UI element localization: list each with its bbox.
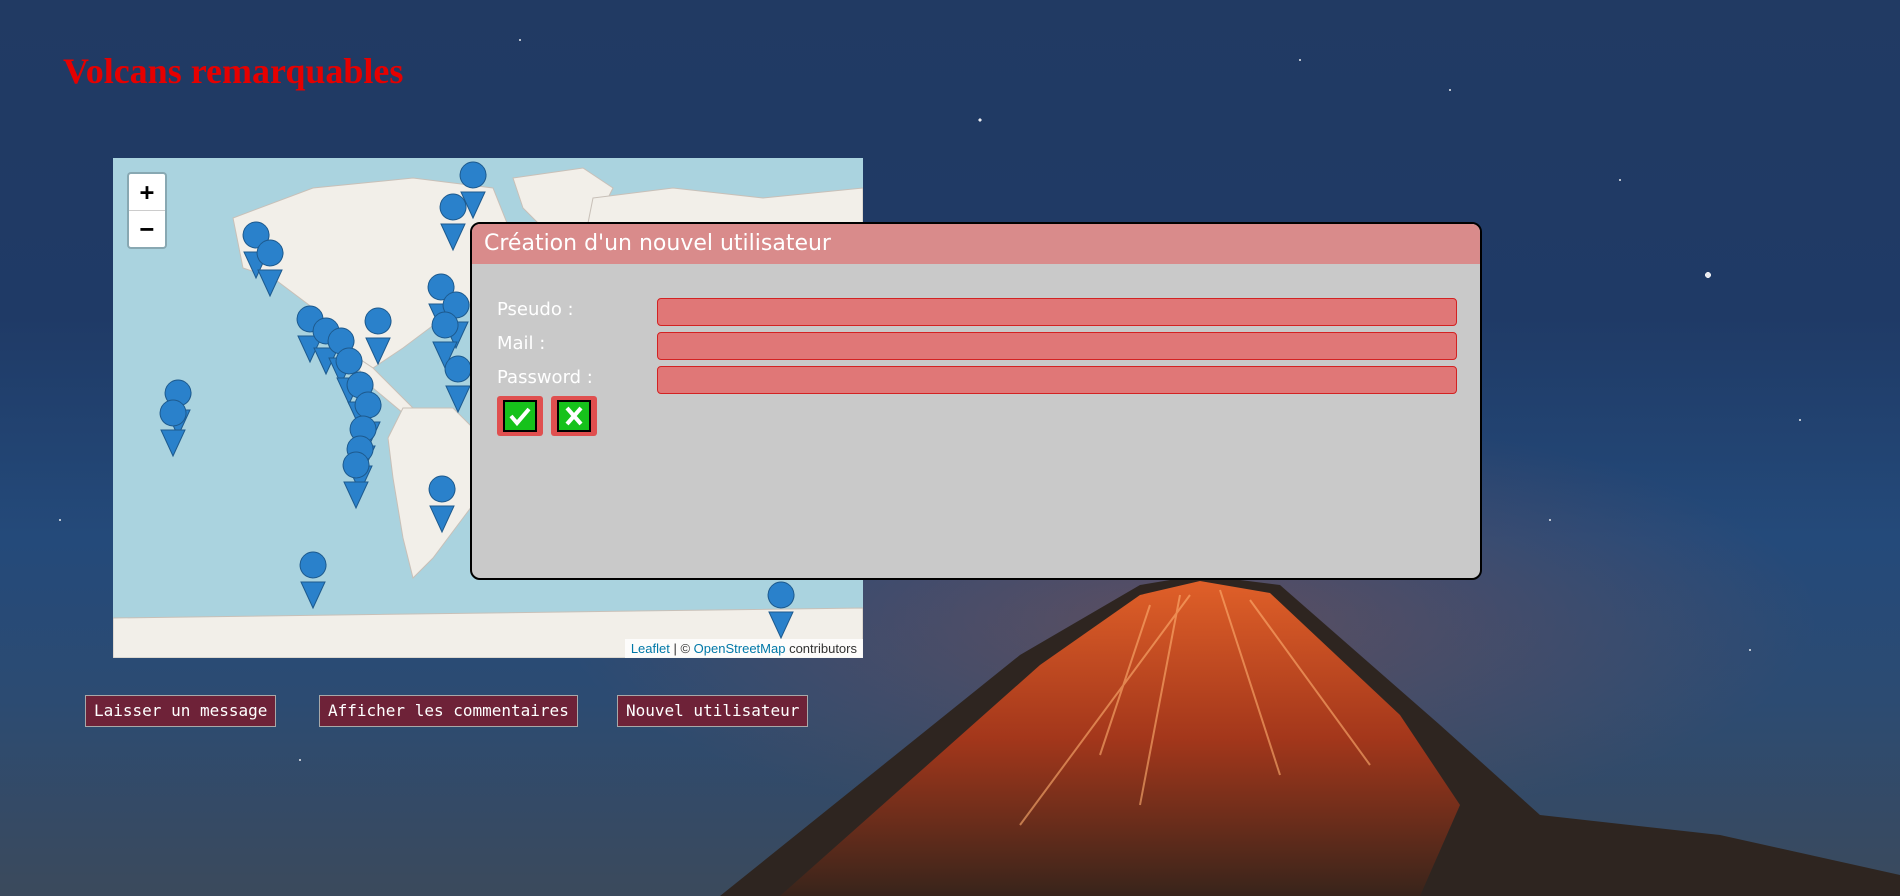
checkmark-icon	[503, 400, 537, 432]
volcano-background	[720, 575, 1900, 896]
password-row: Password :	[497, 364, 1457, 394]
password-label: Password :	[497, 367, 593, 388]
mail-label: Mail :	[497, 333, 546, 354]
page-title: Volcans remarquables	[63, 51, 404, 91]
leaflet-link[interactable]: Leaflet	[631, 641, 670, 656]
attribution-separator: | ©	[669, 641, 694, 656]
map-attribution: Leaflet | © OpenStreetMap contributors	[624, 639, 863, 658]
openstreetmap-link[interactable]: OpenStreetMap	[694, 641, 786, 656]
zoom-control: + −	[127, 172, 167, 249]
show-comments-button[interactable]: Afficher les commentaires	[319, 695, 578, 727]
pseudo-label: Pseudo :	[497, 299, 574, 320]
leave-message-button[interactable]: Laisser un message	[85, 695, 277, 727]
pseudo-row: Pseudo :	[497, 296, 1457, 326]
password-input[interactable]	[657, 366, 1457, 394]
close-icon	[557, 400, 591, 432]
zoom-out-button[interactable]: −	[129, 210, 165, 247]
cancel-button[interactable]	[551, 396, 597, 436]
attribution-suffix: contributors	[785, 641, 857, 656]
dialog-title: Création d'un nouvel utilisateur	[472, 224, 1480, 264]
confirm-button[interactable]	[497, 396, 543, 436]
mail-row: Mail :	[497, 330, 1457, 360]
new-user-dialog: Création d'un nouvel utilisateur Pseudo …	[470, 222, 1482, 580]
mail-input[interactable]	[657, 332, 1457, 360]
pseudo-input[interactable]	[657, 298, 1457, 326]
new-user-button[interactable]: Nouvel utilisateur	[617, 695, 809, 727]
zoom-in-button[interactable]: +	[129, 174, 165, 210]
